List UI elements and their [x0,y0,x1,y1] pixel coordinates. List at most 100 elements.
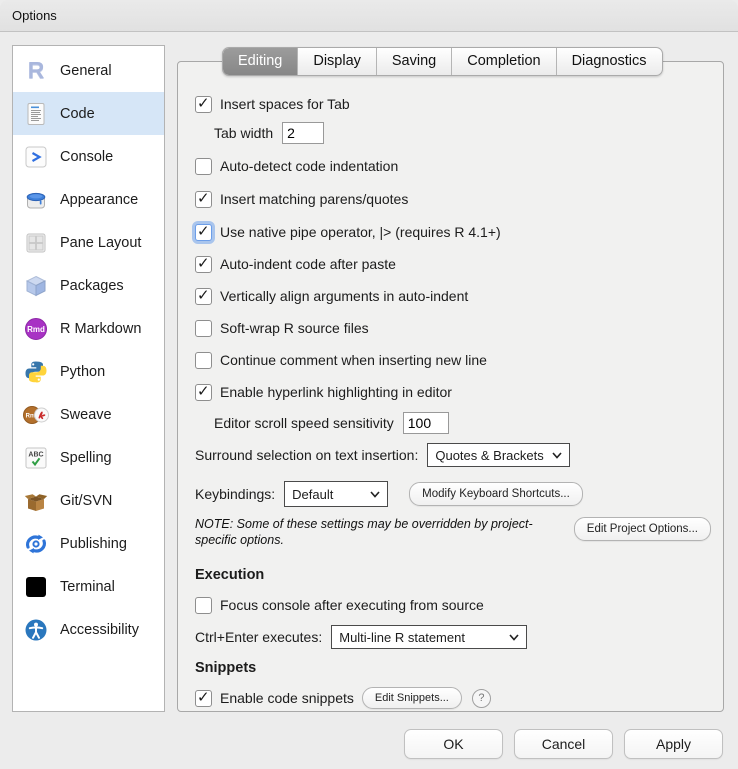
tab-diagnostics[interactable]: Diagnostics [557,48,662,75]
chevron-down-icon [509,634,519,641]
sidebar-item-appearance[interactable]: Appearance [13,178,164,221]
option-auto-indent-paste: Auto-indent code after paste [195,252,711,276]
option-label: Enable code snippets [220,690,354,706]
sidebar-item-pane-layout[interactable]: Pane Layout [13,221,164,264]
continue-comment-checkbox[interactable] [195,352,212,369]
auto-indent-paste-checkbox[interactable] [195,256,212,273]
rnw-pdf-icon: Rnw [22,402,50,428]
dialog-footer: OK Cancel Apply [404,729,723,759]
console-prompt-icon [22,144,50,170]
sidebar-item-label: Python [60,364,105,380]
ctrl-enter-row: Ctrl+Enter executes: Multi-line R statem… [195,624,711,650]
sidebar-item-publishing[interactable]: Publishing [13,522,164,565]
sidebar-item-label: R Markdown [60,321,141,337]
option-label: Insert matching parens/quotes [220,191,408,207]
cancel-button[interactable]: Cancel [514,729,613,759]
cardboard-box-icon [22,488,50,514]
option-auto-detect-indent: Auto-detect code indentation [195,154,711,178]
settings-panel: Insert spaces for Tab Tab width Auto-det… [177,61,724,712]
select-value: Default [292,487,333,502]
abc-check-icon: ABC [22,445,50,471]
sidebar-item-label: Accessibility [60,622,139,638]
modify-keyboard-shortcuts-button[interactable]: Modify Keyboard Shortcuts... [409,482,583,506]
window-titlebar[interactable]: Options [0,0,738,32]
sidebar-item-label: Console [60,149,113,165]
insert-spaces-checkbox[interactable] [195,96,212,113]
vertically-align-checkbox[interactable] [195,288,212,305]
sidebar-item-general[interactable]: R General [13,49,164,92]
keybindings-label: Keybindings: [195,486,275,502]
sidebar-item-terminal[interactable]: Terminal [13,565,164,608]
hyperlink-highlight-checkbox[interactable] [195,384,212,401]
tab-width-row: Tab width [214,120,711,146]
sidebar-item-sweave[interactable]: Rnw Sweave [13,393,164,436]
settings-tabstrip: Editing Display Saving Completion Diagno… [222,47,663,76]
ctrl-enter-select[interactable]: Multi-line R statement [331,625,527,649]
edit-project-options-button[interactable]: Edit Project Options... [574,517,711,541]
option-soft-wrap: Soft-wrap R source files [195,316,711,340]
sidebar-item-r-markdown[interactable]: Rmd R Markdown [13,307,164,350]
apply-button[interactable]: Apply [624,729,723,759]
window-title: Options [12,8,57,23]
select-value: Multi-line R statement [339,630,465,645]
python-logo-icon [22,359,50,385]
surround-selection-label: Surround selection on text insertion: [195,447,418,463]
surround-selection-select[interactable]: Quotes & Brackets [427,443,570,467]
paint-bucket-icon [22,187,50,213]
ok-button[interactable]: OK [404,729,503,759]
scroll-speed-input[interactable] [403,412,449,434]
sidebar-item-accessibility[interactable]: Accessibility [13,608,164,651]
option-label: Insert spaces for Tab [220,96,350,112]
code-document-icon [22,101,50,127]
sidebar-item-python[interactable]: Python [13,350,164,393]
terminal-square-icon [22,574,50,600]
keybindings-select[interactable]: Default [284,481,388,507]
option-continue-comment: Continue comment when inserting new line [195,348,711,372]
sidebar-item-git-svn[interactable]: Git/SVN [13,479,164,522]
svg-text:ABC: ABC [28,451,43,458]
focus-console-checkbox[interactable] [195,597,212,614]
sidebar-item-code[interactable]: Code [13,92,164,135]
option-label: Focus console after executing from sourc… [220,597,484,613]
tab-saving[interactable]: Saving [377,48,452,75]
enable-snippets-row: Enable code snippets Edit Snippets... ? [195,686,711,710]
accessibility-person-icon [22,617,50,643]
native-pipe-checkbox[interactable] [195,224,212,241]
surround-selection-row: Surround selection on text insertion: Qu… [195,442,711,468]
sidebar-item-spelling[interactable]: ABC Spelling [13,436,164,479]
sidebar-item-label: Pane Layout [60,235,141,251]
tab-completion[interactable]: Completion [452,48,556,75]
soft-wrap-checkbox[interactable] [195,320,212,337]
sidebar-item-label: Terminal [60,579,115,595]
matching-parens-checkbox[interactable] [195,191,212,208]
enable-snippets-checkbox[interactable] [195,690,212,707]
help-icon[interactable]: ? [472,689,491,708]
scroll-speed-row: Editor scroll speed sensitivity [214,410,711,436]
tab-width-input[interactable] [282,122,324,144]
edit-snippets-button[interactable]: Edit Snippets... [362,687,462,709]
option-native-pipe: Use native pipe operator, |> (requires R… [195,220,711,244]
sidebar-item-label: General [60,63,112,79]
editing-tab-content: Insert spaces for Tab Tab width Auto-det… [195,92,711,710]
r-logo-icon: R [22,58,50,84]
publish-sync-icon [22,531,50,557]
category-sidebar: R General Code Console [12,45,165,712]
auto-detect-indent-checkbox[interactable] [195,158,212,175]
select-value: Quotes & Brackets [435,448,543,463]
tab-editing[interactable]: Editing [223,48,298,75]
option-label: Use native pipe operator, |> (requires R… [220,224,501,240]
options-dialog: { "window": { "title": "Options" }, "sid… [0,0,738,769]
scroll-speed-label: Editor scroll speed sensitivity [214,415,394,431]
chevron-down-icon [370,491,380,498]
sidebar-item-packages[interactable]: Packages [13,264,164,307]
sidebar-item-console[interactable]: Console [13,135,164,178]
note-row: NOTE: Some of these settings may be over… [195,517,711,563]
sidebar-item-label: Git/SVN [60,493,112,509]
tab-display[interactable]: Display [298,48,377,75]
chevron-down-icon [552,452,562,459]
keybindings-row: Keybindings: Default Modify Keyboard Sho… [195,480,711,508]
snippets-heading: Snippets [195,658,711,678]
sidebar-item-label: Packages [60,278,124,294]
execution-heading: Execution [195,565,711,585]
sidebar-item-label: Code [60,106,95,122]
